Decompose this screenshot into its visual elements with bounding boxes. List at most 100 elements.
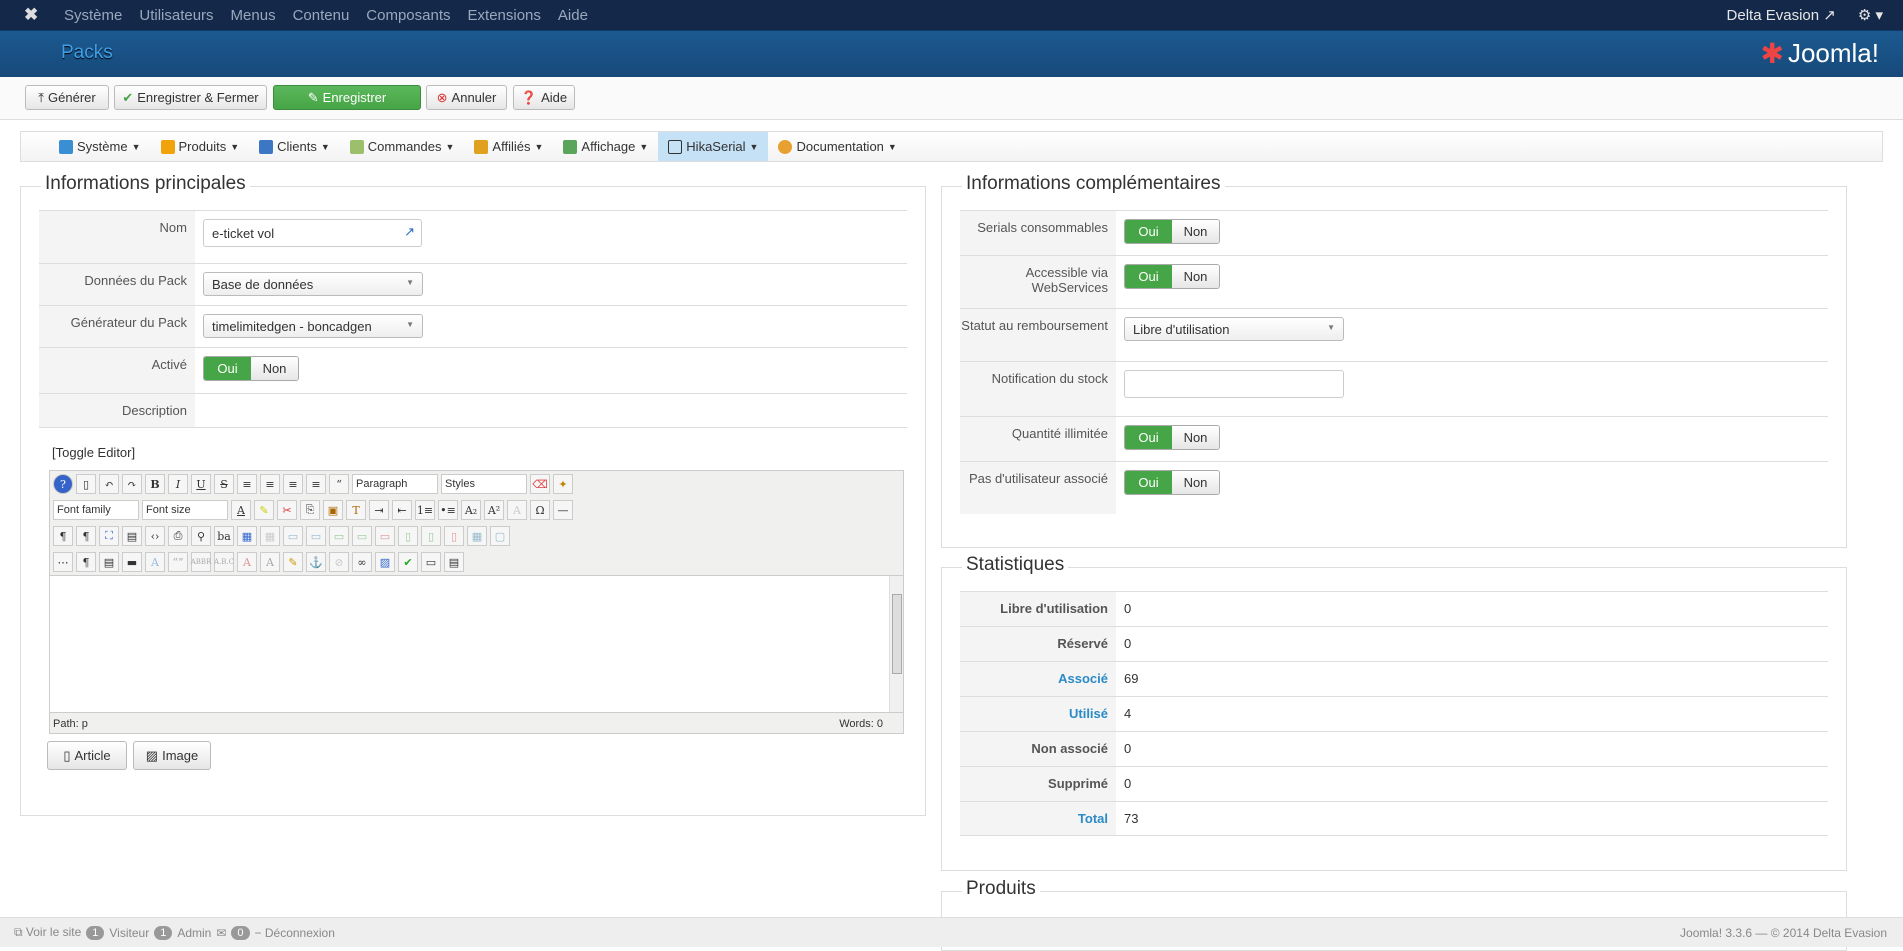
delete-col-icon[interactable]: ▯ bbox=[444, 526, 464, 546]
undo-icon[interactable]: ↶ bbox=[99, 474, 119, 494]
unlink-icon[interactable]: ⊘ bbox=[329, 552, 349, 572]
insert-row-before-icon[interactable]: ▭ bbox=[329, 526, 349, 546]
joomla-icon[interactable]: ✖ bbox=[24, 5, 46, 25]
submenu-clients[interactable]: Clients ▼ bbox=[249, 132, 340, 161]
stat-link[interactable]: Utilisé bbox=[960, 697, 1116, 731]
ins-icon[interactable]: A bbox=[260, 552, 280, 572]
yes-option[interactable]: Oui bbox=[1125, 220, 1172, 243]
insert-file-icon[interactable]: ▤ bbox=[99, 552, 119, 572]
template-icon[interactable]: ▤ bbox=[444, 552, 464, 572]
code-icon[interactable]: ‹› bbox=[145, 526, 165, 546]
submenu-commandes[interactable]: Commandes ▼ bbox=[340, 132, 465, 161]
delete-row-icon[interactable]: ▭ bbox=[375, 526, 395, 546]
no-option[interactable]: Non bbox=[1172, 426, 1219, 449]
cite-icon[interactable]: “” bbox=[168, 552, 188, 572]
horizontal-rule-icon[interactable]: — bbox=[553, 500, 573, 520]
generator-select[interactable]: timelimitedgen - boncadgen bbox=[203, 314, 423, 338]
save-button[interactable]: ✎ Enregistrer bbox=[273, 85, 421, 110]
article-button[interactable]: ▯ Article bbox=[47, 741, 127, 770]
no-option[interactable]: Non bbox=[1172, 220, 1219, 243]
print-icon[interactable]: ⎙ bbox=[168, 526, 188, 546]
blockquote-icon[interactable]: “ bbox=[329, 474, 349, 494]
editor-scrollbar[interactable] bbox=[889, 576, 903, 712]
rtl-icon[interactable]: ¶ bbox=[76, 526, 96, 546]
help-icon[interactable]: ? bbox=[53, 474, 73, 494]
insert-col-before-icon[interactable]: ▯ bbox=[398, 526, 418, 546]
acronym-icon[interactable]: A.B.C bbox=[214, 552, 234, 572]
paste-text-icon[interactable]: T bbox=[346, 500, 366, 520]
preview-icon[interactable]: ▤ bbox=[122, 526, 142, 546]
subscript-icon[interactable]: A₂ bbox=[461, 500, 481, 520]
stock-input[interactable] bbox=[1124, 370, 1344, 398]
menu-contenu[interactable]: Contenu bbox=[293, 7, 350, 24]
anchor-icon[interactable]: ⚓ bbox=[306, 552, 326, 572]
text-color-icon[interactable]: A bbox=[231, 500, 251, 520]
image-button[interactable]: ▨ Image bbox=[133, 741, 211, 770]
link-icon[interactable]: ∞ bbox=[352, 552, 372, 572]
strikethrough-icon[interactable]: S bbox=[214, 474, 234, 494]
bullet-list-icon[interactable]: •≡ bbox=[438, 500, 458, 520]
generate-button[interactable]: ⤒ Générer bbox=[25, 85, 109, 110]
underline-icon[interactable]: U bbox=[191, 474, 211, 494]
styles-select[interactable]: Styles bbox=[441, 474, 527, 494]
help-button[interactable]: ❓ Aide bbox=[513, 85, 575, 110]
omega-icon[interactable]: Ω bbox=[530, 500, 550, 520]
menu-utilisateurs[interactable]: Utilisateurs bbox=[139, 7, 213, 24]
cleanup-icon[interactable]: ✦ bbox=[553, 474, 573, 494]
outdent-icon[interactable]: ⇤ bbox=[392, 500, 412, 520]
italic-icon[interactable]: I bbox=[168, 474, 188, 494]
menu-aide[interactable]: Aide bbox=[558, 7, 588, 24]
refund-select[interactable]: Libre d'utilisation bbox=[1124, 317, 1344, 341]
page-break-icon[interactable]: ▬ bbox=[122, 552, 142, 572]
copy-icon[interactable]: ⎘ bbox=[300, 500, 320, 520]
ltr-icon[interactable]: ¶ bbox=[53, 526, 73, 546]
attributes-icon[interactable]: ✎ bbox=[283, 552, 303, 572]
submenu-affichage[interactable]: Affichage ▼ bbox=[553, 132, 658, 161]
submenu-affilies[interactable]: Affiliés ▼ bbox=[464, 132, 553, 161]
gear-icon[interactable]: ⚙ ▾ bbox=[1858, 6, 1883, 24]
logout-link[interactable]: − Déconnexion bbox=[255, 926, 335, 940]
align-center-icon[interactable]: ≡ bbox=[260, 474, 280, 494]
delete-table-icon[interactable]: ▦ bbox=[260, 526, 280, 546]
stat-link[interactable]: Associé bbox=[960, 662, 1116, 696]
toggle-editor-link[interactable]: [Toggle Editor] bbox=[52, 445, 135, 460]
merge-cells-icon[interactable]: ▢ bbox=[490, 526, 510, 546]
align-left-icon[interactable]: ≡ bbox=[283, 474, 303, 494]
messages-badge[interactable]: 0 bbox=[231, 925, 250, 940]
view-site-link[interactable]: ⧉ Voir le site bbox=[14, 925, 81, 940]
hr-icon[interactable]: ▭ bbox=[421, 552, 441, 572]
font-family-select[interactable]: Font family bbox=[53, 500, 139, 520]
search-icon[interactable]: ⚲ bbox=[191, 526, 211, 546]
indent-icon[interactable]: ⇥ bbox=[369, 500, 389, 520]
translate-icon[interactable]: ↗ bbox=[404, 224, 415, 240]
site-link[interactable]: Delta Evasion ↗ bbox=[1727, 6, 1836, 24]
no-user-toggle[interactable]: Oui Non bbox=[1124, 470, 1220, 495]
abbr-icon[interactable]: ABBR bbox=[191, 552, 211, 572]
show-blocks-icon[interactable]: ¶ bbox=[76, 552, 96, 572]
insert-row-after-icon[interactable]: ▭ bbox=[352, 526, 372, 546]
yes-option[interactable]: Oui bbox=[1125, 265, 1172, 288]
split-cells-icon[interactable]: ▦ bbox=[467, 526, 487, 546]
no-option[interactable]: Non bbox=[251, 357, 298, 380]
align-justify-icon[interactable]: ≡ bbox=[237, 474, 257, 494]
editor-content-area[interactable] bbox=[50, 575, 903, 713]
cut-icon[interactable]: ✂ bbox=[277, 500, 297, 520]
unlimited-toggle[interactable]: Oui Non bbox=[1124, 425, 1220, 450]
no-option[interactable]: Non bbox=[1172, 471, 1219, 494]
ordered-list-icon[interactable]: 1≡ bbox=[415, 500, 435, 520]
table-icon[interactable]: ▦ bbox=[237, 526, 257, 546]
redo-icon[interactable]: ↷ bbox=[122, 474, 142, 494]
menu-systeme[interactable]: Système bbox=[64, 7, 122, 24]
replace-icon[interactable]: ba bbox=[214, 526, 234, 546]
webservices-toggle[interactable]: Oui Non bbox=[1124, 264, 1220, 289]
cancel-button[interactable]: ⊗ Annuler bbox=[426, 85, 507, 110]
yes-option[interactable]: Oui bbox=[1125, 471, 1172, 494]
stat-link[interactable]: Total bbox=[960, 802, 1116, 835]
cell-props-icon[interactable]: ▭ bbox=[306, 526, 326, 546]
consumable-toggle[interactable]: Oui Non bbox=[1124, 219, 1220, 244]
submenu-hikaserial[interactable]: HikaSerial ▼ bbox=[658, 132, 769, 161]
active-toggle[interactable]: Oui Non bbox=[203, 356, 299, 381]
fullscreen-icon[interactable]: ⛶ bbox=[99, 526, 119, 546]
menu-menus[interactable]: Menus bbox=[231, 7, 276, 24]
yes-option[interactable]: Oui bbox=[1125, 426, 1172, 449]
